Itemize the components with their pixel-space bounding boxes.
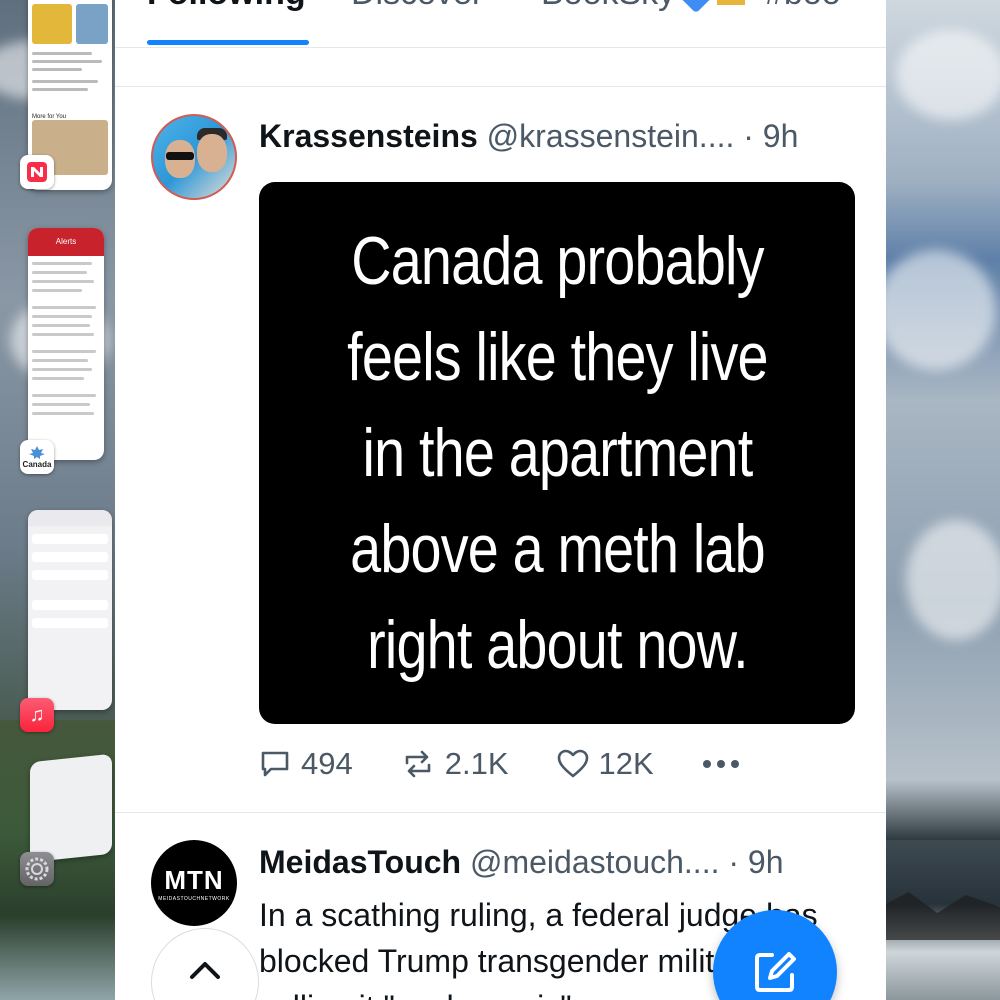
canada-app-icon[interactable]: Canada bbox=[20, 440, 54, 474]
post-author-line: MeidasTouch @meidastouch.... · 9h bbox=[259, 844, 784, 881]
post-image-text: Canada probably feels like they live in … bbox=[347, 213, 768, 693]
wallpaper-right bbox=[886, 0, 1000, 1000]
tab-discover[interactable]: Discover bbox=[351, 0, 483, 13]
feed-tab-bar: Following Discover BookSky #boo bbox=[115, 0, 886, 48]
chevron-up-icon bbox=[190, 962, 220, 979]
books-icon bbox=[717, 0, 746, 6]
post-timestamp: · 9h bbox=[728, 844, 784, 880]
gear-icon bbox=[25, 857, 49, 881]
more-options-button[interactable] bbox=[702, 759, 750, 769]
canada-app-label: Canada bbox=[22, 459, 52, 469]
maple-leaf-icon bbox=[29, 445, 45, 459]
settings-app-thumbnail[interactable] bbox=[28, 510, 112, 710]
compose-icon bbox=[755, 952, 796, 992]
repost-count: 2.1K bbox=[444, 746, 509, 781]
post-timestamp: · 9h bbox=[743, 118, 799, 154]
like-count: 12K bbox=[598, 746, 654, 781]
mtn-logo-subtext: MEIDASTOUCHNETWORK bbox=[158, 895, 230, 902]
post-divider bbox=[115, 86, 886, 87]
settings-app-icon[interactable] bbox=[20, 852, 54, 886]
ellipsis-icon bbox=[702, 760, 739, 768]
news-app-icon[interactable] bbox=[20, 155, 54, 189]
music-note-icon: ♫ bbox=[29, 703, 45, 726]
avatar[interactable] bbox=[151, 114, 237, 200]
repost-icon bbox=[405, 750, 431, 778]
image-text-line: Canada probably bbox=[350, 223, 764, 299]
alerts-app-thumbnail[interactable]: Alerts bbox=[28, 228, 104, 460]
mtn-logo: MTN bbox=[164, 864, 224, 895]
author-handle[interactable]: @meidastouch.... bbox=[470, 844, 719, 880]
blue-heart-icon bbox=[677, 0, 715, 14]
reply-icon bbox=[261, 751, 289, 777]
post-author-line: Krassensteins @krassenstein.... · 9h bbox=[259, 118, 798, 155]
tab-booksky[interactable]: BookSky bbox=[541, 0, 746, 14]
author-name[interactable]: MeidasTouch bbox=[259, 844, 461, 880]
active-tab-indicator bbox=[147, 40, 309, 45]
music-app-icon[interactable]: ♫ bbox=[20, 698, 54, 732]
tab-following[interactable]: Following bbox=[147, 0, 306, 13]
post-image[interactable]: Canada probably feels like they live in … bbox=[259, 182, 855, 724]
avatar[interactable]: MTN MEIDASTOUCHNETWORK bbox=[151, 840, 237, 926]
blank-app-thumbnail[interactable] bbox=[30, 753, 112, 863]
tab-booksky-label: BookSky bbox=[541, 0, 675, 12]
feed-pane: Following Discover BookSky #boo Krassens… bbox=[115, 0, 886, 1000]
reply-button[interactable]: 494 bbox=[259, 746, 353, 782]
repost-button[interactable]: 2.1K bbox=[401, 746, 509, 782]
reply-count: 494 bbox=[301, 746, 353, 781]
post-divider bbox=[115, 812, 886, 813]
author-handle[interactable]: @krassenstein.... bbox=[487, 118, 735, 154]
author-name[interactable]: Krassensteins bbox=[259, 118, 478, 154]
heart-icon bbox=[557, 749, 588, 778]
alerts-title: Alerts bbox=[28, 228, 104, 256]
post-actions: 494 2.1K 12K bbox=[259, 742, 798, 786]
like-button[interactable]: 12K bbox=[557, 746, 654, 782]
image-text-line: above a meth lab bbox=[349, 511, 765, 587]
image-text-line: in the apartment bbox=[362, 415, 753, 491]
scroll-to-top-button[interactable] bbox=[151, 928, 259, 1000]
image-text-line: right about now. bbox=[366, 607, 748, 683]
tab-hashtag[interactable]: #boo bbox=[765, 0, 841, 13]
image-text-line: feels like they live bbox=[346, 319, 768, 395]
news-icon bbox=[27, 162, 47, 182]
